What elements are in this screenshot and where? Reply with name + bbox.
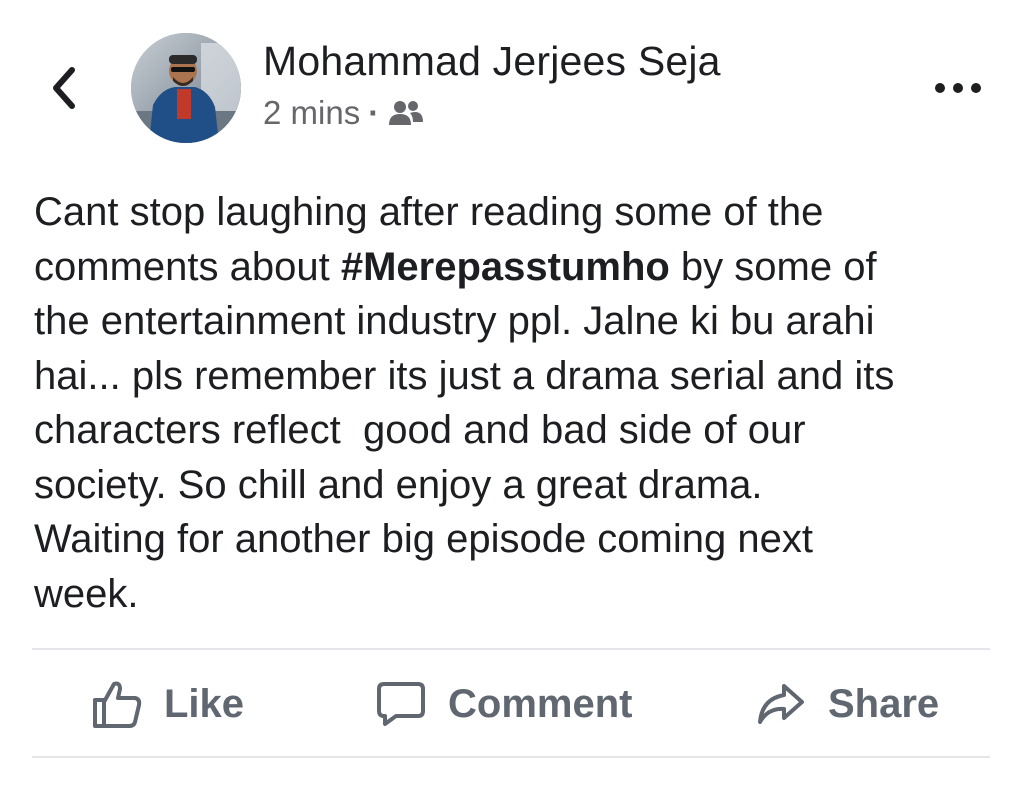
post-text-line: week. [34,571,139,616]
like-button[interactable]: Like [92,672,244,736]
more-options-button[interactable] [928,70,988,106]
author-name[interactable]: Mohammad Jerjees Seja [263,38,721,85]
post-timestamp[interactable]: 2 mins [263,94,360,132]
post-body: Cant stop laughing after reading some of… [34,185,1004,621]
comment-button[interactable]: Comment [376,672,632,736]
hashtag-link[interactable]: #Merepasstumho [341,245,670,289]
actions-divider-top [32,648,990,650]
post-text-line: characters reflect good and bad side of … [34,408,806,452]
friends-icon[interactable] [389,100,424,126]
share-arrow-icon [758,684,804,724]
post-text-line: the entertainment industry ppl. Jalne ki… [34,299,875,343]
speech-bubble-icon [377,682,425,726]
share-button[interactable]: Share [756,672,939,736]
meta-separator: · [368,94,380,131]
actions-divider-bottom [32,756,990,758]
post-text-line: hai... pls remember its just a drama ser… [34,353,895,398]
post-text-line: Cant stop laughing after reading some of… [34,190,824,234]
avatar-photo [131,33,241,143]
post-meta: 2 mins · [263,94,424,132]
more-options-icon [935,83,981,93]
post-text-line: comments about #Merepasstumho by some of [34,244,877,289]
avatar[interactable] [131,33,241,143]
chevron-left-icon [53,67,75,109]
like-label: Like [164,681,245,726]
comment-label: Comment [448,681,633,726]
post-text-line: Waiting for another big episode coming n… [34,517,813,561]
post-text-line: society. So chill and enjoy a great dram… [34,462,763,507]
share-label: Share [828,681,940,726]
back-button[interactable] [44,62,84,114]
thumbs-up-icon [93,681,142,728]
